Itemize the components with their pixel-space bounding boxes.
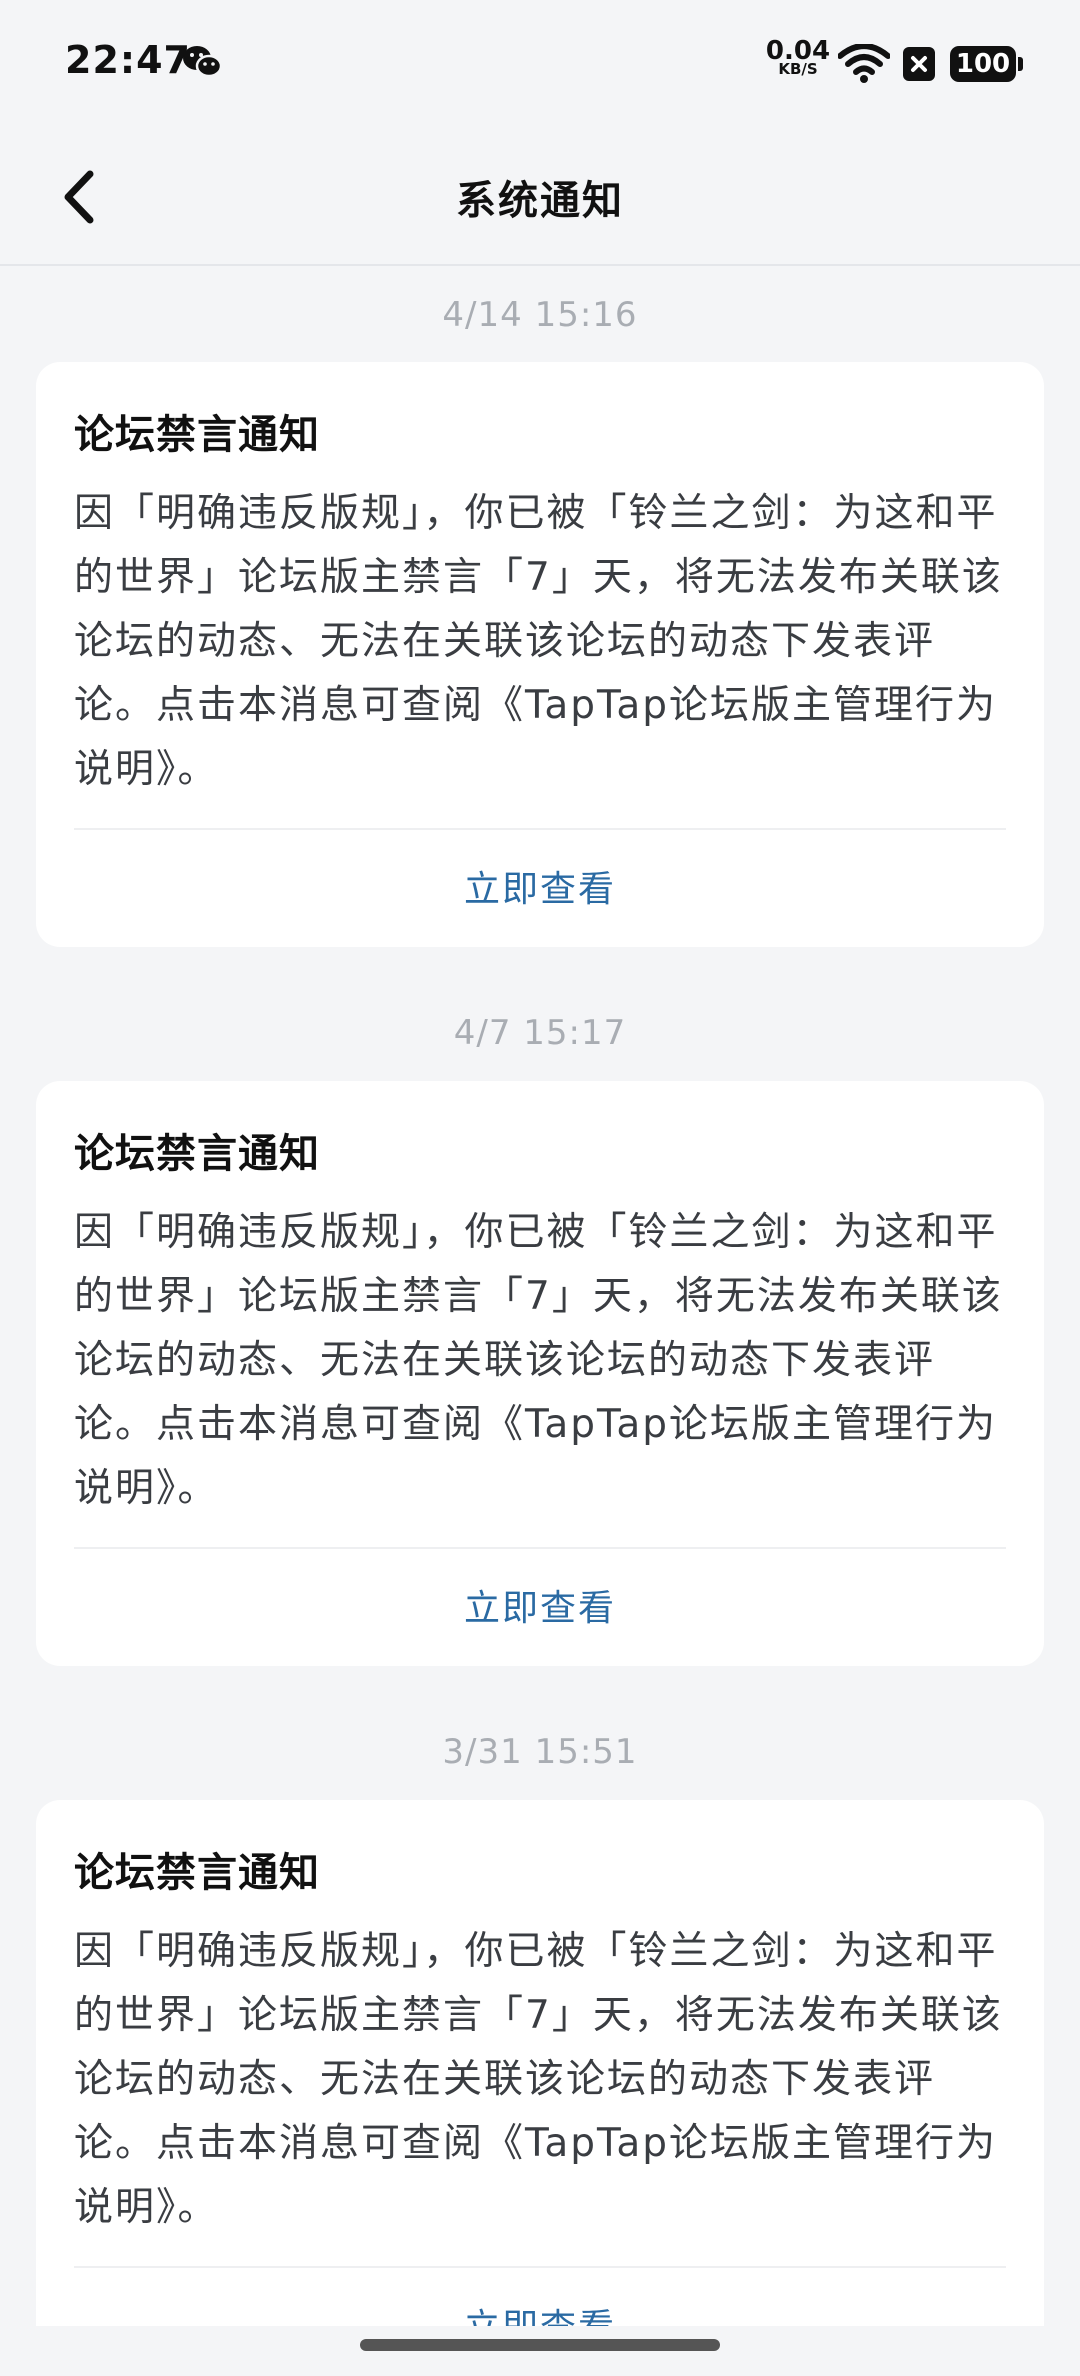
notification-timestamp: 4/14 15:16 xyxy=(442,295,638,335)
gesture-area xyxy=(0,2326,1080,2376)
wifi-icon xyxy=(837,43,891,84)
status-bar: 22:47 0.04 KB/S 100 xyxy=(0,0,1080,130)
view-now-button[interactable]: 立即查看 xyxy=(36,860,1044,912)
notification-timestamp: 3/31 15:51 xyxy=(442,1732,638,1772)
notification-title: 论坛禁言通知 xyxy=(74,1131,320,1177)
network-speed: 0.04 KB/S xyxy=(765,38,831,77)
divider xyxy=(74,1547,1006,1549)
notification-timestamp: 4/7 15:17 xyxy=(453,1013,627,1053)
view-now-button[interactable]: 立即查看 xyxy=(36,1579,1044,1631)
status-time: 22:47 xyxy=(65,38,191,82)
x-icon xyxy=(903,47,935,81)
home-indicator[interactable] xyxy=(360,2339,720,2351)
notification-body: 因「明确违反版规」，你已被「铃兰之剑：为这和平的世界」论坛版主禁言「7」天，将无… xyxy=(74,1929,1003,2230)
notification-card[interactable]: 论坛禁言通知 因「明确违反版规」，你已被「铃兰之剑：为这和平的世界」论坛版主禁言… xyxy=(36,362,1044,947)
battery-icon: 100 xyxy=(950,46,1023,82)
divider xyxy=(74,2266,1006,2268)
wechat-icon xyxy=(182,44,223,80)
divider xyxy=(74,828,1006,830)
page-title: 系统通知 xyxy=(456,178,624,224)
notification-title: 论坛禁言通知 xyxy=(74,412,320,458)
nav-bar: 系统通知 xyxy=(0,130,1080,266)
notification-card[interactable]: 论坛禁言通知 因「明确违反版规」，你已被「铃兰之剑：为这和平的世界」论坛版主禁言… xyxy=(36,1800,1044,2376)
notification-body: 因「明确违反版规」，你已被「铃兰之剑：为这和平的世界」论坛版主禁言「7」天，将无… xyxy=(74,1210,1003,1511)
notification-body: 因「明确违反版规」，你已被「铃兰之剑：为这和平的世界」论坛版主禁言「7」天，将无… xyxy=(74,491,1003,792)
notification-card[interactable]: 论坛禁言通知 因「明确违反版规」，你已被「铃兰之剑：为这和平的世界」论坛版主禁言… xyxy=(36,1081,1044,1666)
notification-title: 论坛禁言通知 xyxy=(74,1850,320,1896)
